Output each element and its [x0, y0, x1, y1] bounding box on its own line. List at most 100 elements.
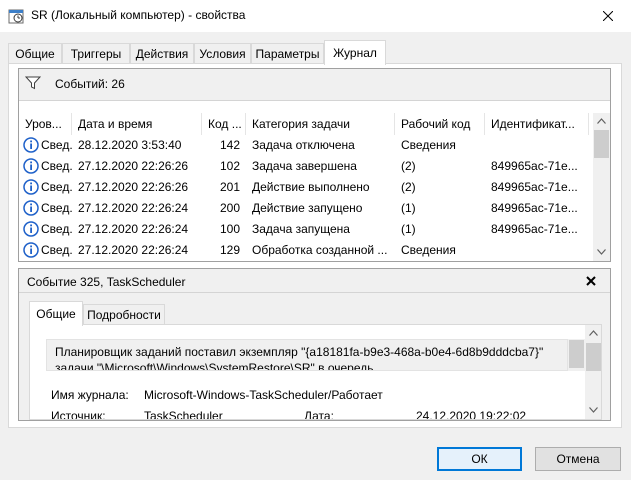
cell-code: 129 — [219, 243, 240, 257]
cell-id: 849965ac-71e... — [491, 180, 578, 194]
cell-category: Действие выполнено — [252, 180, 370, 194]
tab-actions[interactable]: Действия — [130, 43, 194, 64]
cell-category: Действие запущено — [252, 201, 363, 215]
cell-datetime: 27.12.2020 22:26:26 — [78, 180, 189, 194]
cell-category: Задача завершена — [252, 159, 357, 173]
cell-code: 100 — [219, 222, 240, 236]
cell-datetime: 27.12.2020 22:26:24 — [78, 243, 189, 257]
chevron-down-icon — [597, 249, 606, 255]
date-value: 24.12.2020 19:22:02 — [416, 409, 527, 420]
source-label: Источник: — [51, 409, 106, 420]
cell-level: Свед... — [41, 159, 72, 173]
cancel-button[interactable]: Отмена — [535, 447, 621, 471]
tab-general[interactable]: Общие — [8, 43, 62, 64]
cell-datetime: 28.12.2020 3:53:40 — [78, 138, 182, 152]
source-value: TaskScheduler — [144, 409, 223, 420]
cell-opcode: (2) — [401, 159, 416, 173]
table-row[interactable]: Свед... 27.12.2020 22:26:24 200 Действие… — [19, 198, 593, 219]
column-header-id[interactable]: Идентификат... — [485, 113, 589, 135]
info-icon — [23, 179, 39, 195]
info-icon — [23, 200, 39, 216]
event-detail-title: Событие 325, TaskScheduler — [27, 275, 186, 289]
cell-opcode: (1) — [401, 222, 416, 236]
tab-conditions[interactable]: Условия — [194, 43, 251, 64]
scroll-up-button[interactable] — [593, 113, 610, 130]
cell-level: Свед... — [41, 180, 72, 194]
cell-code: 200 — [219, 201, 240, 215]
events-scrollbar[interactable] — [593, 113, 610, 261]
tab-triggers[interactable]: Триггеры — [62, 43, 130, 64]
info-icon — [23, 158, 39, 174]
scroll-down-button[interactable] — [585, 402, 601, 419]
cell-id: 849965ac-71e... — [491, 201, 578, 215]
column-header-category[interactable]: Категория задачи — [246, 113, 395, 135]
cell-code: 142 — [219, 138, 240, 152]
chevron-down-icon — [589, 407, 598, 413]
column-header-level[interactable]: Уров... — [19, 113, 72, 135]
cell-id: 849965ac-71e... — [491, 159, 578, 173]
info-icon — [23, 242, 39, 258]
filter-icon[interactable] — [24, 76, 42, 93]
tab-event-general[interactable]: Общие — [29, 301, 83, 326]
scroll-thumb[interactable] — [594, 130, 609, 158]
cell-datetime: 27.12.2020 22:26:26 — [78, 159, 189, 173]
table-row[interactable]: Свед... 27.12.2020 22:26:26 102 Задача з… — [19, 156, 593, 177]
cell-level: Свед... — [41, 201, 72, 215]
tab-history[interactable]: Журнал — [324, 40, 386, 65]
event-message-line: Планировщик заданий поставил экземпляр "… — [55, 345, 544, 359]
scroll-thumb[interactable] — [586, 343, 601, 371]
cell-opcode: (2) — [401, 180, 416, 194]
table-row[interactable]: Свед... 27.12.2020 22:26:26 201 Действие… — [19, 177, 593, 198]
cell-opcode: Сведения — [401, 243, 456, 257]
cell-level: Свед... — [41, 222, 72, 236]
event-general-panel: Планировщик заданий поставил экземпляр "… — [29, 324, 602, 420]
scroll-thumb[interactable] — [569, 340, 584, 368]
table-row[interactable]: Свед... 28.12.2020 3:53:40 142 Задача от… — [19, 135, 593, 156]
task-scheduler-icon — [8, 8, 24, 24]
info-icon — [23, 221, 39, 237]
chevron-up-icon — [597, 118, 606, 124]
events-count: Событий: 26 — [55, 77, 125, 91]
log-name-value: Microsoft-Windows-TaskScheduler/Работает — [144, 388, 383, 402]
message-scrollbar[interactable] — [568, 339, 585, 371]
cell-code: 102 — [219, 159, 240, 173]
window-close-button[interactable] — [585, 0, 631, 32]
window-title: SR (Локальный компьютер) - свойства — [31, 8, 246, 22]
info-icon — [23, 137, 39, 153]
scroll-up-button[interactable] — [585, 325, 601, 342]
cell-level: Свед... — [41, 243, 72, 257]
event-detail-header: Событие 325, TaskScheduler — [19, 269, 610, 293]
column-header-code[interactable]: Код ... — [202, 113, 246, 135]
title-bar: SR (Локальный компьютер) - свойства — [0, 0, 631, 32]
table-row[interactable]: Свед... 27.12.2020 22:26:24 129 Обработк… — [19, 240, 593, 261]
column-header-opcode[interactable]: Рабочий код — [395, 113, 485, 135]
cell-category: Задача запущена — [252, 222, 350, 236]
column-header-datetime[interactable]: Дата и время — [72, 113, 202, 135]
tab-settings[interactable]: Параметры — [251, 43, 324, 64]
ok-button[interactable]: ОК — [437, 447, 522, 471]
event-message-line: задачи "\Microsoft\Windows\SystemRestore… — [55, 361, 377, 371]
cell-category: Обработка созданной ... — [252, 243, 388, 257]
events-table-header: Уров... Дата и время Код ... Категория з… — [19, 113, 593, 135]
event-message-box[interactable]: Планировщик заданий поставил экземпляр "… — [46, 339, 568, 371]
cell-id: 849965ac-71e... — [491, 222, 578, 236]
table-row[interactable]: Свед... 27.12.2020 22:26:24 100 Задача з… — [19, 219, 593, 240]
scroll-down-button[interactable] — [593, 244, 610, 261]
close-icon[interactable] — [585, 275, 597, 287]
cell-datetime: 27.12.2020 22:26:24 — [78, 222, 189, 236]
chevron-up-icon — [589, 330, 598, 336]
events-filter-bar: Событий: 26 — [19, 69, 610, 101]
cell-category: Задача отключена — [252, 138, 355, 152]
events-table-body: Свед... 28.12.2020 3:53:40 142 Задача от… — [19, 135, 593, 261]
tab-event-details[interactable]: Подробности — [83, 304, 165, 325]
cell-code: 201 — [219, 180, 240, 194]
cell-datetime: 27.12.2020 22:26:24 — [78, 201, 189, 215]
close-icon — [603, 11, 613, 21]
detail-scrollbar[interactable] — [585, 325, 601, 419]
events-list-panel: Событий: 26 Уров... Дата и время Код ...… — [18, 68, 611, 262]
cell-opcode: (1) — [401, 201, 416, 215]
event-detail-panel: Событие 325, TaskScheduler Общие Подробн… — [18, 268, 611, 421]
date-label: Дата: — [304, 409, 334, 420]
cell-level: Свед... — [41, 138, 72, 152]
log-name-label: Имя журнала: — [51, 388, 129, 402]
